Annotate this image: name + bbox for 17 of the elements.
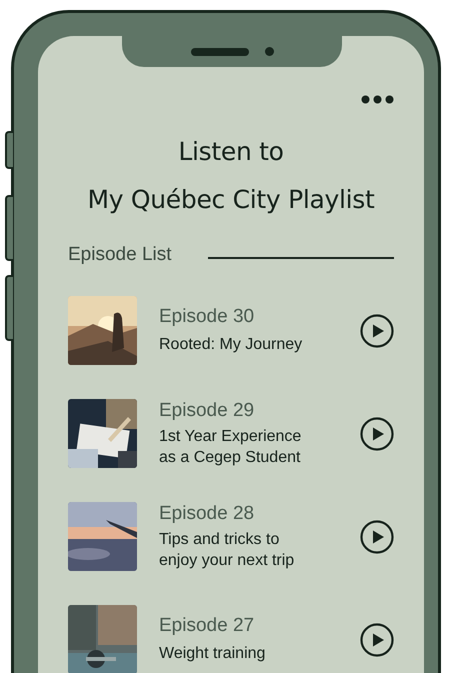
episode-number: Episode 29	[159, 400, 256, 422]
episode-title: Tips and tricks to enjoy your next trip	[159, 530, 296, 570]
more-icon[interactable]	[361, 95, 394, 104]
play-button[interactable]	[360, 416, 394, 450]
episode-number: Episode 30	[159, 306, 256, 328]
speaker-icon	[190, 48, 248, 56]
episode-title: Rooted: My Journey	[159, 335, 304, 355]
play-button[interactable]	[360, 520, 394, 554]
episode-title: Weight training	[159, 644, 266, 664]
play-button[interactable]	[360, 314, 394, 348]
play-button[interactable]	[360, 622, 394, 656]
episode-number: Episode 28	[159, 502, 256, 524]
page-title: Listen to My Québec City Playlist	[86, 136, 376, 216]
camera-icon	[264, 47, 274, 56]
episode-title: 1st Year Experience as a Cegep Student	[159, 426, 302, 468]
section-label: Episode List	[68, 244, 172, 266]
episode-number: Episode 27	[159, 615, 256, 637]
